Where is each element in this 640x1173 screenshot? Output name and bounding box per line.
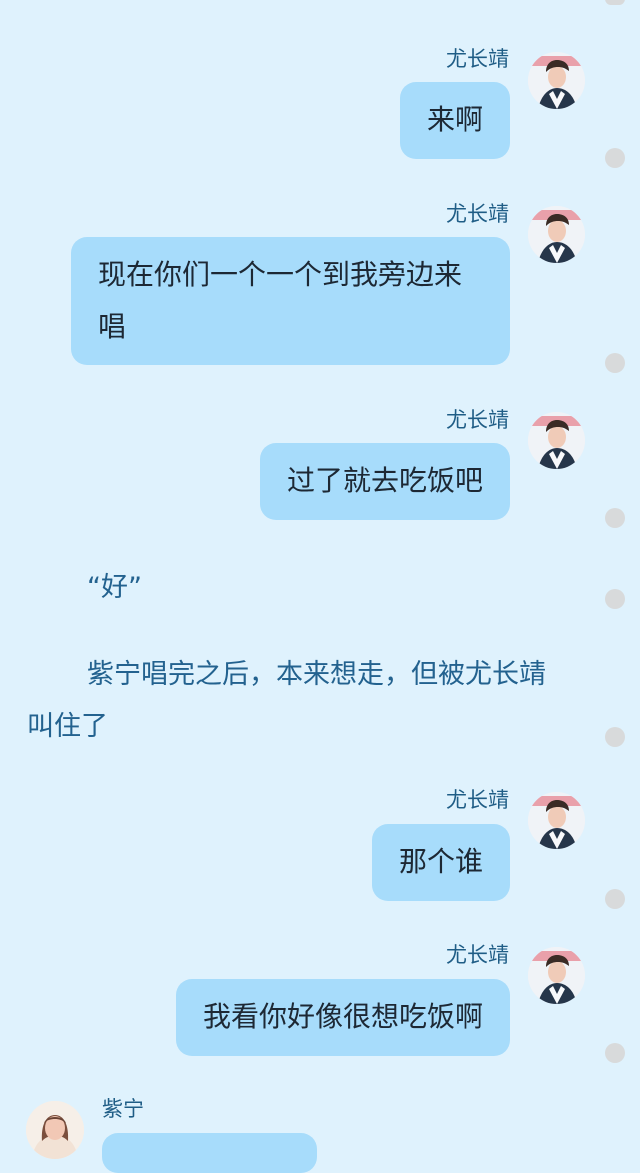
message-bubble[interactable]: 那个谁 bbox=[371, 824, 510, 901]
message-bubble[interactable]: 我看你好像很想吃饭啊 bbox=[175, 979, 510, 1056]
sender-name: 尤长靖 bbox=[446, 943, 509, 967]
narration-line: “好” bbox=[87, 572, 142, 603]
side-dot bbox=[605, 0, 625, 5]
side-dot bbox=[605, 889, 625, 909]
sender-name: 尤长靖 bbox=[446, 408, 509, 432]
avatar-photo[interactable] bbox=[528, 52, 585, 109]
avatar-photo[interactable] bbox=[528, 206, 585, 263]
avatar-photo-left[interactable] bbox=[26, 1101, 84, 1159]
sender-name: 尤长靖 bbox=[446, 202, 509, 226]
side-dot bbox=[605, 508, 625, 528]
sender-name-left: 紫宁 bbox=[102, 1097, 144, 1121]
side-dot bbox=[605, 589, 625, 609]
avatar-photo[interactable] bbox=[528, 947, 585, 1004]
message-bubble[interactable]: 现在你们一个一个到我旁边来唱 bbox=[71, 237, 510, 365]
side-dot bbox=[605, 1043, 625, 1063]
message-bubble[interactable]: 过了就去吃饭吧 bbox=[259, 443, 510, 520]
chat-screen: 尤长靖 来啊 尤长靖 现在你们一个一个到我旁边来唱 尤长靖 过了就去吃饭吧 “好… bbox=[0, 0, 640, 1173]
side-dot bbox=[605, 727, 625, 747]
side-dot bbox=[605, 148, 625, 168]
message-bubble[interactable]: 来啊 bbox=[399, 82, 510, 159]
sender-name: 尤长靖 bbox=[446, 47, 509, 71]
incoming-message-bubble[interactable] bbox=[102, 1133, 317, 1173]
narration-paragraph: 紫宁唱完之后，本来想走，但被尤长靖叫住了 bbox=[27, 659, 546, 742]
avatar-photo[interactable] bbox=[528, 412, 585, 469]
side-dot bbox=[605, 353, 625, 373]
sender-name: 尤长靖 bbox=[446, 788, 509, 812]
avatar-photo[interactable] bbox=[528, 792, 585, 849]
